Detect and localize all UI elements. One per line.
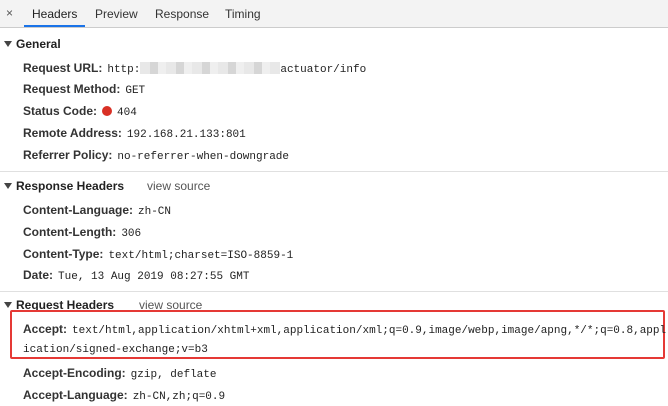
triangle-down-icon [4, 40, 12, 47]
status-code-key: Status Code: [23, 104, 98, 118]
request-url-key: Request URL: [23, 61, 103, 75]
content-type-value: text/html;charset=ISO-8859-1 [108, 250, 294, 262]
content-type-row: Content-Type: text/html;charset=ISO-8859-… [23, 245, 293, 263]
date-value: Tue, 13 Aug 2019 08:27:55 GMT [58, 271, 250, 283]
date-row: Date: Tue, 13 Aug 2019 08:27:55 GMT [23, 266, 249, 284]
devtools-tab-bar: × Headers Preview Response Timing [0, 0, 668, 28]
status-code-value: 404 [117, 107, 137, 119]
response-headers-title: Response Headers [16, 179, 125, 193]
accept-language-row: Accept-Language: zh-CN,zh;q=0.9 [23, 386, 225, 404]
request-url-suffix: actuator/info [280, 64, 367, 76]
content-language-key: Content-Language: [23, 203, 133, 217]
section-divider [0, 171, 668, 172]
tab-timing[interactable]: Timing [225, 0, 261, 27]
status-code-row: Status Code: 404 [23, 102, 137, 120]
section-divider [0, 291, 668, 292]
request-method-row: Request Method: GET [23, 80, 145, 98]
referrer-policy-key: Referrer Policy: [23, 148, 113, 162]
accept-key: Accept: [23, 322, 68, 336]
request-method-value: GET [125, 85, 146, 97]
content-length-key: Content-Length: [23, 225, 117, 239]
content-language-value: zh-CN [138, 206, 172, 218]
tab-headers[interactable]: Headers [24, 0, 86, 27]
content-type-key: Content-Type: [23, 247, 104, 261]
triangle-down-icon [4, 182, 12, 189]
redacted-url-host [140, 61, 281, 74]
request-method-key: Request Method: [23, 82, 121, 96]
referrer-policy-value: no-referrer-when-downgrade [117, 151, 290, 163]
request-url-prefix: http: [107, 64, 141, 76]
remote-address-key: Remote Address: [23, 126, 122, 140]
accept-encoding-value: gzip, deflate [130, 369, 217, 381]
content-language-row: Content-Language: zh-CN [23, 201, 171, 219]
date-key: Date: [23, 268, 54, 282]
general-section-header[interactable]: General [0, 35, 668, 53]
triangle-down-icon [4, 301, 12, 308]
status-error-icon [102, 105, 113, 116]
general-title: General [16, 37, 61, 51]
response-headers-section-header[interactable]: Response Headers [0, 177, 668, 195]
referrer-policy-row: Referrer Policy: no-referrer-when-downgra… [23, 146, 289, 164]
tab-preview[interactable]: Preview [95, 0, 138, 27]
remote-address-row: Remote Address: 192.168.21.133:801 [23, 124, 246, 142]
accept-language-key: Accept-Language: [23, 388, 128, 402]
accept-value: text/html,application/xhtml+xml,applicat… [72, 325, 667, 337]
tab-response[interactable]: Response [155, 0, 209, 27]
accept-encoding-row: Accept-Encoding: gzip, deflate [23, 364, 217, 382]
request-url-row: Request URL: http: actuator/info [23, 59, 366, 77]
close-icon[interactable]: × [6, 6, 13, 20]
accept-encoding-key: Accept-Encoding: [23, 366, 126, 380]
accept-value-continuation: ication/signed-exchange;v=b3 [23, 344, 208, 356]
remote-address-value: 192.168.21.133:801 [126, 129, 246, 141]
content-length-row: Content-Length: 306 [23, 223, 141, 241]
response-view-source-link[interactable]: view source [147, 177, 210, 195]
content-length-value: 306 [121, 228, 142, 240]
accept-language-value: zh-CN,zh;q=0.9 [132, 391, 226, 403]
accept-row: Accept: text/html,application/xhtml+xml,a… [23, 320, 666, 338]
